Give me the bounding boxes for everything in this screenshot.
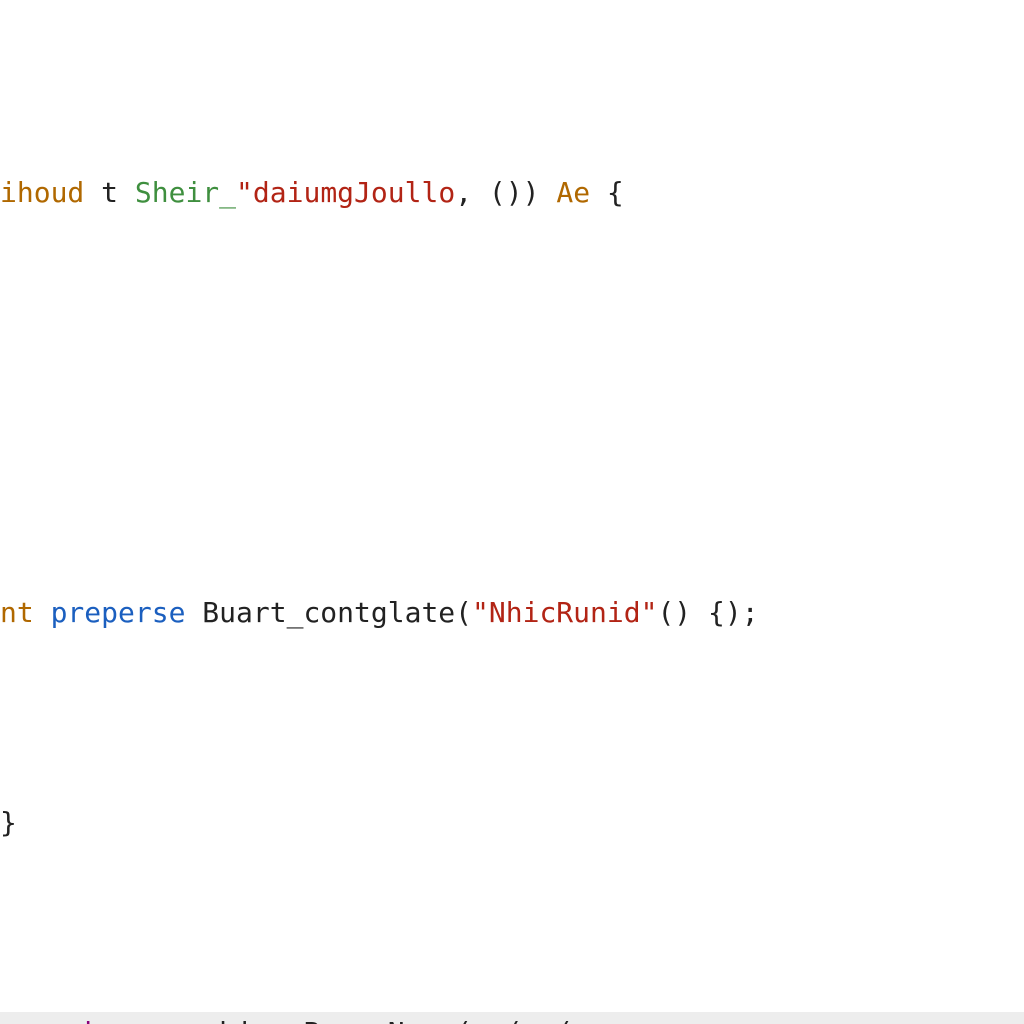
token-string: "daiumgJoullo [236, 176, 455, 209]
token-keyword: ihoud [0, 176, 84, 209]
token-plain: { [590, 176, 624, 209]
token-plain: } [0, 806, 17, 839]
token-keyword: Ae [556, 176, 590, 209]
code-line[interactable] [0, 382, 1024, 424]
code-line[interactable]: nt preperse Buart_contglate("NhicRunid"(… [0, 592, 1024, 634]
token-identifier: Sheir_ [135, 176, 236, 209]
token-function: Buart_contglate( [202, 596, 472, 629]
token-string: " [641, 596, 658, 629]
code-line[interactable]: } [0, 802, 1024, 844]
token-plain: , ()) [455, 176, 556, 209]
token-string: NhicRunid [489, 596, 641, 629]
code-line[interactable]: ihoud t Sheir_"daiumgJoullo, ()) Ae { [0, 172, 1024, 214]
code-editor[interactable]: ihoud t Sheir_"daiumgJoullo, ()) Ae { nt… [0, 0, 1024, 1024]
token-plain [0, 386, 17, 419]
token-identifier: purehera [17, 1016, 169, 1024]
token-plain: () {); [657, 596, 758, 629]
token-keyword: preperse [51, 596, 203, 629]
token-function: archivesBase_Name [169, 1016, 456, 1024]
code-line-current[interactable]: .purehera archivesBase_Name(: (, (÷ [0, 1012, 1024, 1024]
token-gutter-fragment: . [0, 1016, 17, 1024]
token-plain: t [84, 176, 135, 209]
token-string: " [472, 596, 489, 629]
token-operator: ÷ [573, 1016, 590, 1024]
token-keyword: nt [0, 596, 51, 629]
token-plain: (: (, ( [455, 1016, 573, 1024]
